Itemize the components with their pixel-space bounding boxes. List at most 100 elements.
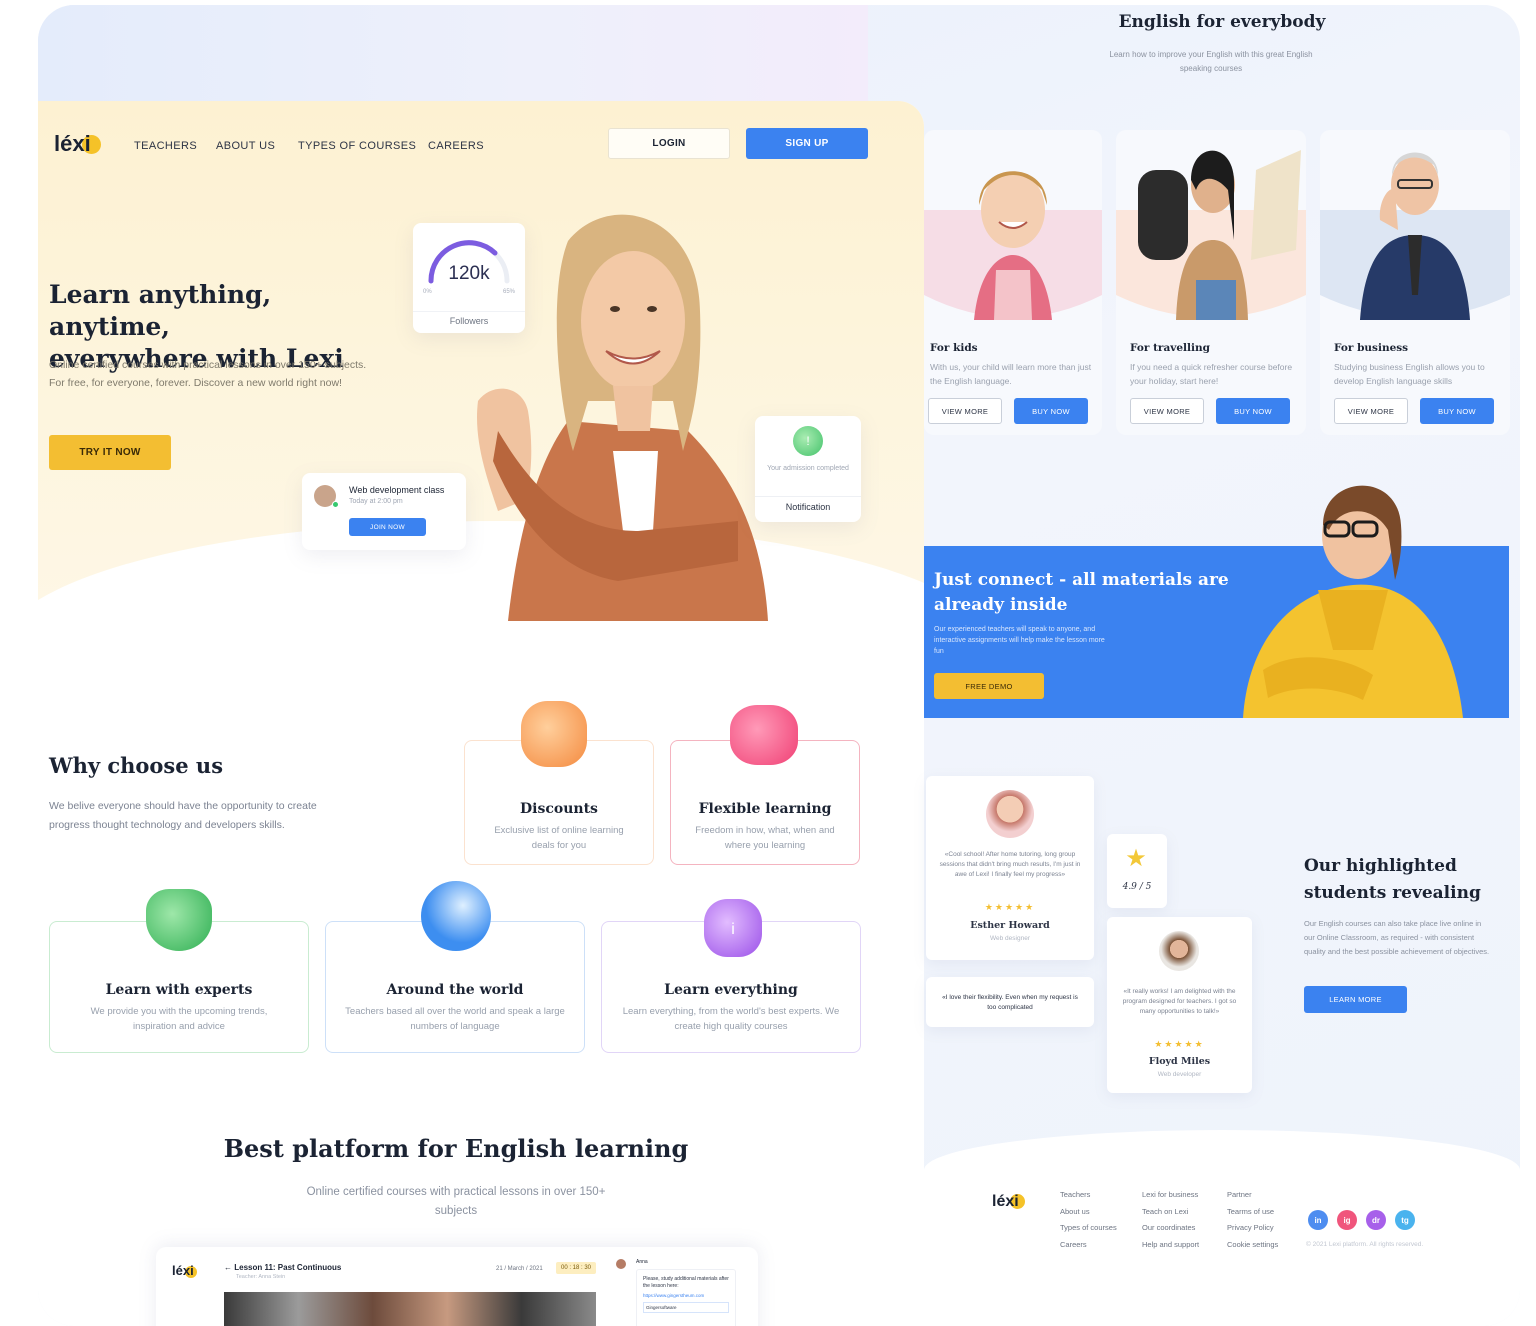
platform-text: Online certified courses with practical … <box>306 1186 606 1217</box>
banner-woman-image <box>1243 485 1463 718</box>
nav-about-us[interactable]: ABOUT US <box>216 140 275 152</box>
linkedin-icon[interactable]: in <box>1308 1210 1328 1230</box>
kid-image <box>924 171 1102 320</box>
top-gradient-strip <box>38 5 868 105</box>
nav-types-of-courses[interactable]: TYPES OF COURSES <box>298 140 416 152</box>
course-card-travelling: For travelling If you need a quick refre… <box>1116 130 1306 435</box>
info-icon: i <box>704 899 762 957</box>
notification-check-icon: ! <box>793 426 823 456</box>
lesson-date: 21 / March / 2021 <box>496 1266 543 1272</box>
testimonial-name: Floyd Miles <box>1148 1056 1211 1067</box>
footer-link[interactable]: Teach on Lexi <box>1142 1204 1199 1221</box>
followers-value: 120k <box>448 263 490 284</box>
footer-link[interactable]: Privacy Policy <box>1227 1220 1278 1237</box>
preview-logo: léxi <box>172 1263 197 1278</box>
footer-col-1: Teachers About us Types of courses Caree… <box>1060 1187 1117 1253</box>
avatar <box>986 790 1034 838</box>
testimonial-quote: «Cool school! After home tutoring, long … <box>939 851 1081 878</box>
location-pin-icon <box>421 881 491 951</box>
notification-card: ! Your admission completed Notification <box>755 416 861 522</box>
view-more-button[interactable]: VIEW MORE <box>1334 398 1408 424</box>
businessman-image <box>1320 152 1510 320</box>
footer-link[interactable]: Careers <box>1060 1237 1117 1254</box>
lesson-preview: léxi ← Lesson 11: Past Continuous Teache… <box>156 1247 758 1326</box>
followers-card: 120k 0% 65% Followers <box>413 223 525 333</box>
footer-link[interactable]: Types of courses <box>1060 1220 1117 1237</box>
course-card-business: For business Studying business English a… <box>1320 130 1510 435</box>
nav-teachers[interactable]: TEACHERS <box>134 140 197 152</box>
testimonial-role: Web designer <box>990 935 1030 942</box>
rating-stars: ★★★★★ <box>1154 1039 1205 1049</box>
english-text: Learn how to improve your English with t… <box>1109 50 1313 73</box>
why-title: Why choose us <box>49 753 224 778</box>
instagram-icon[interactable]: ig <box>1337 1210 1357 1230</box>
chat-link[interactable]: https://www.gingerstheum.com <box>643 1293 729 1298</box>
course-text: If you need a quick refresher course bef… <box>1130 362 1293 386</box>
discount-badge-icon <box>521 701 587 767</box>
buy-now-button[interactable]: BUY NOW <box>1014 398 1088 424</box>
nav-careers[interactable]: CAREERS <box>428 140 484 152</box>
why-text: We belive everyone should have the oppor… <box>49 800 317 831</box>
testimonial-quote: «It really works! I am delighted with th… <box>1122 988 1237 1015</box>
followers-label: Followers <box>413 311 525 326</box>
copyright: © 2021 Lexi platform. All rights reserve… <box>1306 1241 1424 1248</box>
platform-title: Best platform for English learning <box>223 1134 689 1163</box>
card-title: Around the world <box>386 982 524 998</box>
card-text: We provide you with the upcoming trends,… <box>90 1006 268 1032</box>
notification-label: Notification <box>755 496 861 512</box>
logo[interactable]: léxi <box>54 131 101 157</box>
view-more-button[interactable]: VIEW MORE <box>1130 398 1204 424</box>
card-title: Flexible learning <box>698 801 832 817</box>
course-title: For travelling <box>1130 342 1210 354</box>
chat-file[interactable]: Gingersoftware <box>643 1302 729 1313</box>
buy-now-button[interactable]: BUY NOW <box>1216 398 1290 424</box>
course-card-kids: For kids With us, your child will learn … <box>924 130 1102 435</box>
card-text: Freedom in how, what, when and where you… <box>695 825 835 851</box>
footer-link[interactable]: Tearms of use <box>1227 1204 1278 1221</box>
chat-message-text: Please, study additional materials after… <box>643 1276 729 1289</box>
learn-more-button[interactable]: LEARN MORE <box>1304 986 1407 1013</box>
lesson-title: ← Lesson 11: Past Continuous <box>224 1263 342 1272</box>
footer-link[interactable]: Teachers <box>1060 1187 1117 1204</box>
testimonial-card: «I love their flexibility. Even when my … <box>926 977 1094 1027</box>
shield-check-icon <box>146 889 212 951</box>
try-it-now-button[interactable]: TRY IT NOW <box>49 435 171 470</box>
traveller-image <box>1116 150 1306 320</box>
class-card: Web development class Today at 2:00 pm J… <box>302 473 466 550</box>
footer-link[interactable]: Cookie settings <box>1227 1237 1278 1254</box>
footer-link[interactable]: Our coordinates <box>1142 1220 1199 1237</box>
free-demo-button[interactable]: FREE DEMO <box>934 673 1044 699</box>
online-status-icon <box>332 501 339 508</box>
footer-col-3: Partner Tearms of use Privacy Policy Coo… <box>1227 1187 1278 1253</box>
course-title: For business <box>1334 342 1409 354</box>
telegram-icon[interactable]: tg <box>1395 1210 1415 1230</box>
calendar-icon <box>730 705 798 765</box>
chat-name: Anna <box>636 1259 648 1265</box>
card-text: Teachers based all over the world and sp… <box>345 1006 565 1032</box>
testimonial-card: «Cool school! After home tutoring, long … <box>926 776 1094 960</box>
lesson-timer: 00 : 18 : 30 <box>556 1262 597 1274</box>
join-now-button[interactable]: JOIN NOW <box>349 518 426 536</box>
testimonial-role: Web developer <box>1157 1071 1202 1078</box>
card-title: Learn everything <box>664 982 798 998</box>
signup-button[interactable]: SIGN UP <box>746 128 868 159</box>
login-button[interactable]: LOGIN <box>608 128 730 159</box>
footer-link[interactable]: Lexi for business <box>1142 1187 1199 1204</box>
card-title: Learn with experts <box>105 982 253 998</box>
testimonial-quote: «I love their flexibility. Even when my … <box>942 994 1078 1011</box>
card-title: Discounts <box>520 801 598 817</box>
footer-link[interactable]: About us <box>1060 1204 1117 1221</box>
footer-logo[interactable]: léxi <box>992 1193 1025 1211</box>
footer-link[interactable]: Help and support <box>1142 1237 1199 1254</box>
dribbble-icon[interactable]: dr <box>1366 1210 1386 1230</box>
footer <box>924 1130 1520 1326</box>
banner-text: Our experienced teachers will speak to a… <box>934 626 1105 655</box>
lesson-teacher: Teacher: Anna Stein <box>236 1274 286 1280</box>
card-text: Learn everything, from the world's best … <box>622 1006 840 1032</box>
star-icon: ★ <box>1125 845 1147 872</box>
buy-now-button[interactable]: BUY NOW <box>1420 398 1494 424</box>
view-more-button[interactable]: VIEW MORE <box>928 398 1002 424</box>
footer-link[interactable]: Partner <box>1227 1187 1278 1204</box>
english-title: English for everybody <box>1118 12 1326 32</box>
avatar <box>1159 931 1199 971</box>
